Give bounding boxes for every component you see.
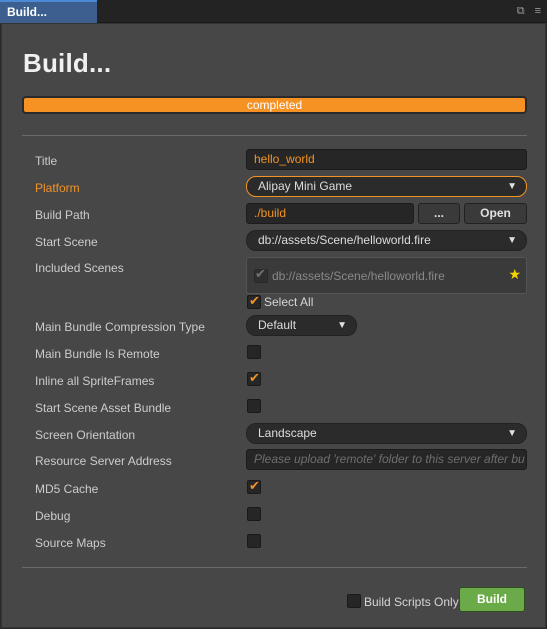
compression-value: Default	[258, 318, 297, 332]
start-scene-label: Start Scene	[35, 235, 98, 249]
resource-server-input[interactable]: Please upload 'remote' folder to this se…	[246, 449, 527, 470]
inline-sprites-label: Inline all SpriteFrames	[35, 374, 155, 388]
source-maps-label: Source Maps	[35, 536, 106, 550]
check-icon: ✔	[255, 266, 266, 281]
included-scenes-label: Included Scenes	[35, 261, 124, 275]
md5-checkbox[interactable]: ✔	[247, 478, 261, 494]
check-icon: ✔	[249, 293, 260, 308]
scene-checkbox: ✔	[254, 266, 268, 283]
start-scene-value: db://assets/Scene/helloworld.fire	[258, 233, 431, 247]
orientation-value: Landscape	[258, 426, 317, 440]
start-scene-select[interactable]: db://assets/Scene/helloworld.fire ▼	[246, 230, 527, 251]
progress-text: completed	[246, 98, 303, 112]
platform-select[interactable]: Alipay Mini Game ▼	[246, 176, 527, 197]
progress-bar: completed	[22, 96, 527, 114]
compression-label: Main Bundle Compression Type	[35, 320, 205, 334]
bundle-remote-label: Main Bundle Is Remote	[35, 347, 160, 361]
orientation-select[interactable]: Landscape ▼	[246, 423, 527, 444]
debug-checkbox[interactable]	[247, 507, 261, 521]
browse-button[interactable]: ...	[418, 203, 460, 224]
page-title: Build...	[23, 48, 112, 78]
title-input[interactable]: hello_world	[246, 149, 527, 170]
build-scripts-only-label: Build Scripts Only	[364, 595, 459, 609]
separator-top	[22, 135, 527, 136]
tab-icons: ⧉ ≡	[517, 4, 541, 18]
chevron-down-icon: ▼	[507, 181, 517, 192]
included-scenes-list: ✔ db://assets/Scene/helloworld.fire ★	[246, 257, 527, 294]
scene-path: db://assets/Scene/helloworld.fire	[272, 269, 445, 283]
orientation-label: Screen Orientation	[35, 428, 136, 442]
separator-bottom	[22, 567, 527, 568]
check-icon: ✔	[249, 370, 260, 385]
select-all-checkbox[interactable]: ✔	[247, 293, 261, 309]
title-label: Title	[35, 154, 58, 168]
build-path-input[interactable]: ./build	[246, 203, 414, 224]
bundle-remote-checkbox[interactable]	[247, 345, 261, 359]
open-button[interactable]: Open	[464, 203, 527, 224]
popout-icon[interactable]: ⧉	[517, 4, 525, 18]
chevron-down-icon: ▼	[337, 320, 347, 331]
tab-bar: Build... ⧉ ≡	[0, 0, 547, 23]
build-button[interactable]: Build	[459, 587, 525, 612]
star-icon: ★	[508, 266, 521, 282]
build-scripts-only-checkbox[interactable]	[347, 594, 361, 608]
chevron-down-icon: ▼	[507, 428, 517, 439]
build-path-label: Build Path	[35, 208, 90, 222]
debug-label: Debug	[35, 509, 71, 523]
inline-sprites-checkbox[interactable]: ✔	[247, 370, 261, 386]
start-scene-bundle-label: Start Scene Asset Bundle	[35, 401, 172, 415]
list-item: ✔ db://assets/Scene/helloworld.fire	[254, 266, 445, 283]
compression-select[interactable]: Default ▼	[246, 315, 357, 336]
build-panel: Build... completed Title hello_world Pla…	[1, 23, 546, 628]
start-scene-bundle-checkbox[interactable]	[247, 399, 261, 413]
check-icon: ✔	[249, 478, 260, 493]
tab-build[interactable]: Build...	[0, 0, 97, 23]
tab-title: Build...	[7, 5, 47, 19]
platform-value: Alipay Mini Game	[258, 179, 353, 193]
menu-icon[interactable]: ≡	[535, 4, 541, 18]
md5-label: MD5 Cache	[35, 482, 99, 496]
select-all-label: Select All	[264, 295, 314, 309]
resource-server-label: Resource Server Address	[35, 454, 172, 468]
source-maps-checkbox[interactable]	[247, 534, 261, 548]
chevron-down-icon: ▼	[507, 235, 517, 246]
platform-label: Platform	[35, 181, 80, 195]
